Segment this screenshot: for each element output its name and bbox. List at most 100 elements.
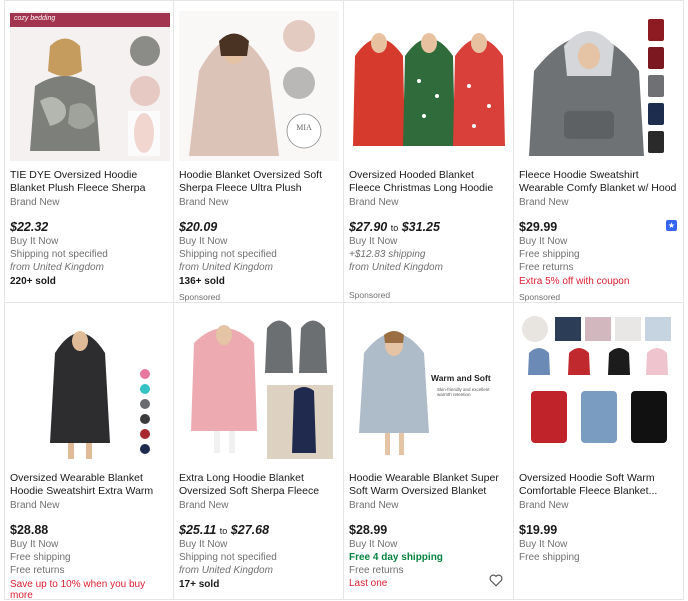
sold-count: 136+ sold <box>179 276 225 287</box>
shipping: Shipping not specified <box>179 552 277 563</box>
listing-card[interactable]: Oversized Hooded Blanket Fleece Christma… <box>344 0 514 303</box>
price-value: $28.88 <box>10 523 49 537</box>
origin: from United Kingdom <box>10 262 104 273</box>
sold-count: 220+ sold <box>10 276 56 287</box>
shipping: Free shipping <box>10 552 71 563</box>
image-subcaption: Skin-friendly and excellent warmth reten… <box>437 387 490 397</box>
price-value: $19.99 <box>519 523 558 537</box>
shipping: Shipping not specified <box>179 249 277 260</box>
origin: from United Kingdom <box>349 262 443 273</box>
buy-format: Buy It Now <box>179 236 228 247</box>
last-one-label: Last one <box>349 578 388 589</box>
listing-title[interactable]: Hoodie Blanket Oversized Soft Sherpa Fle… <box>179 169 338 195</box>
condition: Brand New <box>349 197 399 208</box>
listing-card[interactable]: Oversized Hoodie Soft Warm Comfortable F… <box>514 303 684 600</box>
model-illustration <box>30 36 160 156</box>
price-low: $25.11 <box>179 523 217 537</box>
image-caption: Warm and Soft <box>431 373 491 383</box>
origin: from United Kingdom <box>179 262 273 273</box>
volume-promo: Save up to 10% when you buy more <box>10 579 146 601</box>
price-separator: to <box>219 526 228 536</box>
listing-image[interactable]: Warm and Soft Skin-friendly and excellen… <box>349 313 509 463</box>
watchlist-heart-icon[interactable] <box>489 574 503 587</box>
price-value: $28.99 <box>349 523 388 537</box>
authenticity-badge-icon: ★ <box>666 220 677 231</box>
buy-format: Buy It Now <box>519 236 568 247</box>
listing-card[interactable]: cozy bedding TIE DYE Oversized Hoodie Bl… <box>4 0 174 303</box>
color-dot <box>140 399 150 409</box>
buy-format: Buy It Now <box>349 539 398 550</box>
sponsored-label: Sponsored <box>179 292 221 302</box>
listing-card[interactable]: Oversized Wearable Blanket Hoodie Sweats… <box>4 303 174 601</box>
price: $20.09 <box>179 220 338 234</box>
price-value: $20.09 <box>179 220 218 234</box>
sponsored-label: Sponsored <box>519 292 561 302</box>
condition: Brand New <box>519 197 569 208</box>
color-dot <box>140 444 150 454</box>
buy-format: Buy It Now <box>179 539 228 550</box>
price: $27.90 to $31.25 <box>349 220 508 234</box>
listing-image[interactable]: cozy bedding <box>10 11 170 161</box>
results-grid: cozy bedding TIE DYE Oversized Hoodie Bl… <box>4 0 684 601</box>
listing-title[interactable]: Oversized Hooded Blanket Fleece Christma… <box>349 169 508 195</box>
listing-card[interactable]: Extra Long Hoodie Blanket Oversized Soft… <box>174 303 344 600</box>
price: $22.32 <box>10 220 168 234</box>
listing-title[interactable]: Oversized Wearable Blanket Hoodie Sweats… <box>10 472 168 498</box>
price-value: $22.32 <box>10 220 49 234</box>
price: $28.88 <box>10 523 168 537</box>
price-low: $27.90 <box>349 220 388 234</box>
listing-card[interactable]: MIA Hoodie Blanket Oversized Soft Sherpa… <box>174 0 344 303</box>
listing-image[interactable] <box>179 313 339 463</box>
listing-title[interactable]: TIE DYE Oversized Hoodie Blanket Plush F… <box>10 169 168 195</box>
buy-format: Buy It Now <box>10 236 59 247</box>
price: $25.11 to $27.68 <box>179 523 338 537</box>
listing-title[interactable]: Oversized Hoodie Soft Warm Comfortable F… <box>519 472 678 498</box>
returns: Free returns <box>349 565 404 576</box>
color-swatch <box>648 47 664 69</box>
sponsored-label: Sponsored <box>349 290 391 300</box>
sold-count: 17+ sold <box>179 579 220 590</box>
listing-image[interactable] <box>519 11 679 161</box>
shipping: Free shipping <box>519 249 580 260</box>
origin: from United Kingdom <box>179 565 273 576</box>
listing-title[interactable]: Hoodie Wearable Blanket Super Soft Warm … <box>349 472 508 498</box>
color-swatch <box>648 75 664 97</box>
shipping: +$12.83 shipping <box>349 249 426 260</box>
listing-card[interactable]: Warm and Soft Skin-friendly and excellen… <box>344 303 514 600</box>
condition: Brand New <box>349 500 399 511</box>
listing-image[interactable] <box>349 11 509 161</box>
condition: Brand New <box>10 500 60 511</box>
listing-card[interactable]: Fleece Hoodie Sweatshirt Wearable Comfy … <box>514 0 684 303</box>
price-high: $27.68 <box>230 523 270 537</box>
shipping: Shipping not specified <box>10 249 108 260</box>
buy-format: Buy It Now <box>10 539 59 550</box>
price: $29.99 <box>519 220 678 234</box>
listing-image[interactable] <box>10 313 170 463</box>
coupon-promo: Extra 5% off with coupon <box>519 276 630 287</box>
color-dot <box>140 369 150 379</box>
condition: Brand New <box>519 500 569 511</box>
model-illustration <box>191 320 333 459</box>
price: $19.99 <box>519 523 678 537</box>
price-separator: to <box>390 223 399 233</box>
shipping: Free shipping <box>519 552 580 563</box>
price-high: $31.25 <box>401 220 440 234</box>
listing-image[interactable]: MIA <box>179 11 339 161</box>
buy-format: Buy It Now <box>349 236 398 247</box>
mia-logo: MIA <box>296 123 312 132</box>
color-dot <box>140 384 150 394</box>
model-illustration <box>522 316 671 443</box>
color-swatch <box>648 19 664 41</box>
listing-title[interactable]: Fleece Hoodie Sweatshirt Wearable Comfy … <box>519 169 678 195</box>
condition: Brand New <box>179 500 229 511</box>
listing-title[interactable]: Extra Long Hoodie Blanket Oversized Soft… <box>179 472 338 498</box>
returns: Free returns <box>519 262 574 273</box>
condition: Brand New <box>10 197 60 208</box>
listing-image[interactable] <box>519 313 679 463</box>
model-illustration <box>353 33 505 146</box>
buy-format: Buy It Now <box>519 539 568 550</box>
color-swatch <box>648 131 664 153</box>
model-illustration <box>189 20 322 156</box>
price: $28.99 <box>349 523 508 537</box>
color-dot <box>140 429 150 439</box>
